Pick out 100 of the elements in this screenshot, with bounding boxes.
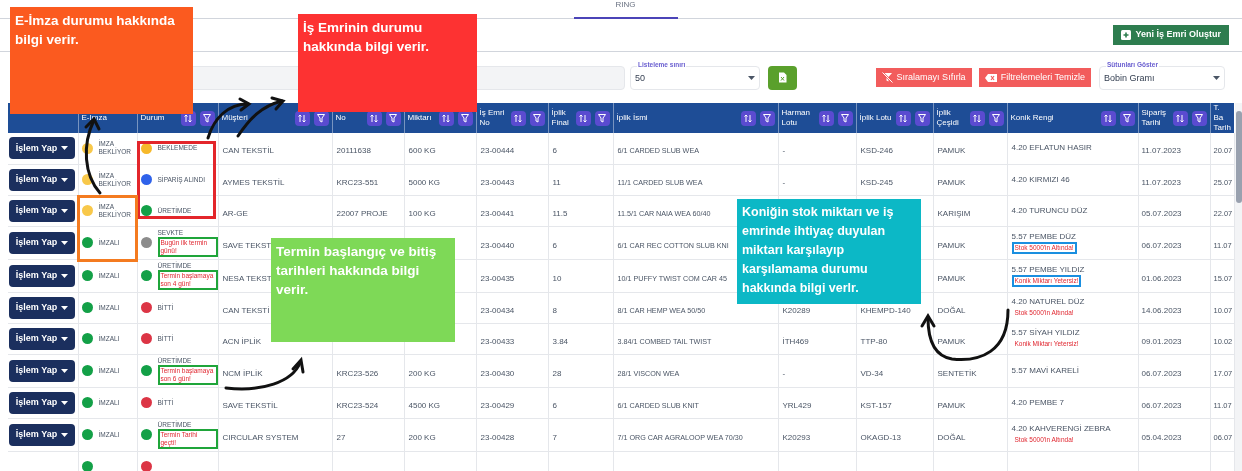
table-cell: 23-00430 <box>480 368 515 378</box>
spreadsheet-icon <box>778 72 787 83</box>
caret-icon <box>1213 75 1220 80</box>
sort-button[interactable] <box>1172 110 1188 126</box>
filter-button[interactable] <box>529 110 545 126</box>
sort-button[interactable] <box>969 110 985 126</box>
caret-icon <box>61 400 69 405</box>
excel-export-button[interactable] <box>768 65 797 90</box>
action-button[interactable]: İşlem Yap <box>9 199 75 222</box>
caret-icon <box>61 336 69 341</box>
table-cell: PAMUK <box>937 400 966 410</box>
table-cell: 14.06.2023 <box>1141 305 1182 315</box>
filter-button[interactable] <box>837 110 853 126</box>
table-cell: SAVE TEKSTİ <box>222 240 274 250</box>
table-cell: 06.07.2023 <box>1141 400 1182 410</box>
sort-button[interactable] <box>510 110 526 126</box>
table-cell: 5000 KG <box>408 177 441 187</box>
table-cell: 5.57 PEMBE YILDIZ <box>1011 264 1085 275</box>
caret-icon <box>61 368 69 373</box>
table-cell: PAMUK <box>937 336 966 346</box>
table-cell: PAMUK <box>937 273 966 283</box>
filter-icon <box>1123 113 1131 123</box>
table-cell: 27 <box>336 432 346 442</box>
table-cell: 11.07.2023 <box>1141 146 1181 156</box>
table-cell: KARIŞIM <box>937 208 971 218</box>
column-header: İplik İsmi <box>616 113 648 123</box>
sort-button[interactable] <box>740 110 756 126</box>
table-cell: 6 <box>552 240 557 250</box>
table-cell: PAMUK <box>937 146 966 156</box>
sort-icon <box>514 113 522 123</box>
filter-icon <box>598 113 606 123</box>
column-header: Miktarı <box>407 113 432 123</box>
table-cell: 200 KG <box>408 432 436 442</box>
sort-button[interactable] <box>1100 110 1116 126</box>
table-cell: PAMUK <box>937 177 966 187</box>
table-cell: 06.07.2023 <box>1141 368 1182 378</box>
column-header: E-İmza <box>81 113 107 123</box>
callout-tooltip: İş Emrinin durumu hakkında bilgi verir. <box>298 14 477 112</box>
sort-button[interactable] <box>575 110 591 126</box>
column-header: Sipariş Tarihi <box>1141 108 1167 128</box>
filter-button[interactable] <box>1191 110 1207 126</box>
sort-button[interactable] <box>818 110 834 126</box>
action-button[interactable]: İşlem Yap <box>9 168 75 191</box>
sort-icon <box>370 113 378 123</box>
table-cell: - <box>782 146 786 156</box>
action-button[interactable]: İşlem Yap <box>9 359 75 382</box>
table-cell: 3.84 <box>552 336 569 346</box>
action-button[interactable]: İşlem Yap <box>9 391 75 414</box>
table-cell: 23-00433 <box>480 336 515 346</box>
table-cell: 4.20 NATUREL DÜZ <box>1011 296 1085 307</box>
table-cell: 23-00428 <box>480 432 515 442</box>
filter-button[interactable] <box>594 110 610 126</box>
table-cell: KRC23-526 <box>336 368 379 378</box>
filter-button[interactable] <box>914 110 930 126</box>
table-cell: NCM İPLİK <box>222 368 263 378</box>
tab[interactable]: RING <box>573 0 678 19</box>
scrollbar[interactable] <box>1234 103 1242 471</box>
filter-button[interactable] <box>199 110 215 126</box>
table-cell: 4500 KG <box>408 400 441 410</box>
caret-icon <box>748 75 755 80</box>
caret-icon <box>61 208 69 213</box>
filter-icon <box>1195 113 1203 123</box>
action-button[interactable]: İşlem Yap <box>9 231 75 254</box>
action-button[interactable]: İşlem Yap <box>9 423 75 446</box>
table-cell: K20289 <box>782 305 811 315</box>
action-button[interactable]: İşlem Yap <box>9 296 75 319</box>
action-button[interactable]: İşlem Yap <box>9 327 75 350</box>
table-cell: 05.04.2023 <box>1141 432 1182 442</box>
filter-off-icon <box>881 72 893 83</box>
table-cell: 4.20 KAHVERENGİ ZEBRA <box>1011 423 1111 434</box>
action-button[interactable]: İşlem Yap <box>9 264 75 287</box>
sort-icon <box>298 113 306 123</box>
sort-button[interactable] <box>294 110 310 126</box>
table-cell: KSD-245 <box>860 177 893 187</box>
table-cell: KST-157 <box>860 400 892 410</box>
table-cell: 09.01.2023 <box>1141 336 1182 346</box>
sort-icon <box>1176 113 1184 123</box>
sort-icon <box>973 113 981 123</box>
table-cell: 7 <box>552 432 557 442</box>
new-work-order-button[interactable]: Yeni İş Emri Oluştur <box>1113 25 1229 45</box>
table-cell: 06.07.2023 <box>1141 240 1182 250</box>
filter-icon <box>533 113 541 123</box>
table-cell: 4.20 KIRMIZI 46 <box>1011 174 1070 185</box>
filter-icon <box>317 113 325 123</box>
table-cell: PAMUK <box>937 240 966 250</box>
table-cell: 28 <box>552 368 562 378</box>
table-cell: 22007 PROJE <box>336 208 388 218</box>
table-cell: CAN TEKSTİL <box>222 146 274 156</box>
filter-icon <box>461 113 469 123</box>
sort-button[interactable] <box>895 110 911 126</box>
column-header: İplik Çeşidi <box>936 108 960 128</box>
caret-icon <box>61 146 69 151</box>
filter-button[interactable] <box>759 110 775 126</box>
action-button[interactable]: İşlem Yap <box>9 137 75 160</box>
filter-button[interactable] <box>1119 110 1135 126</box>
table-cell: KSD-246 <box>860 146 893 156</box>
table-cell: 23-00441 <box>480 208 515 218</box>
table-cell: CIRCULAR SYSTEM <box>222 432 299 442</box>
table-cell: 11 <box>552 177 561 187</box>
filter-button[interactable] <box>988 110 1004 126</box>
